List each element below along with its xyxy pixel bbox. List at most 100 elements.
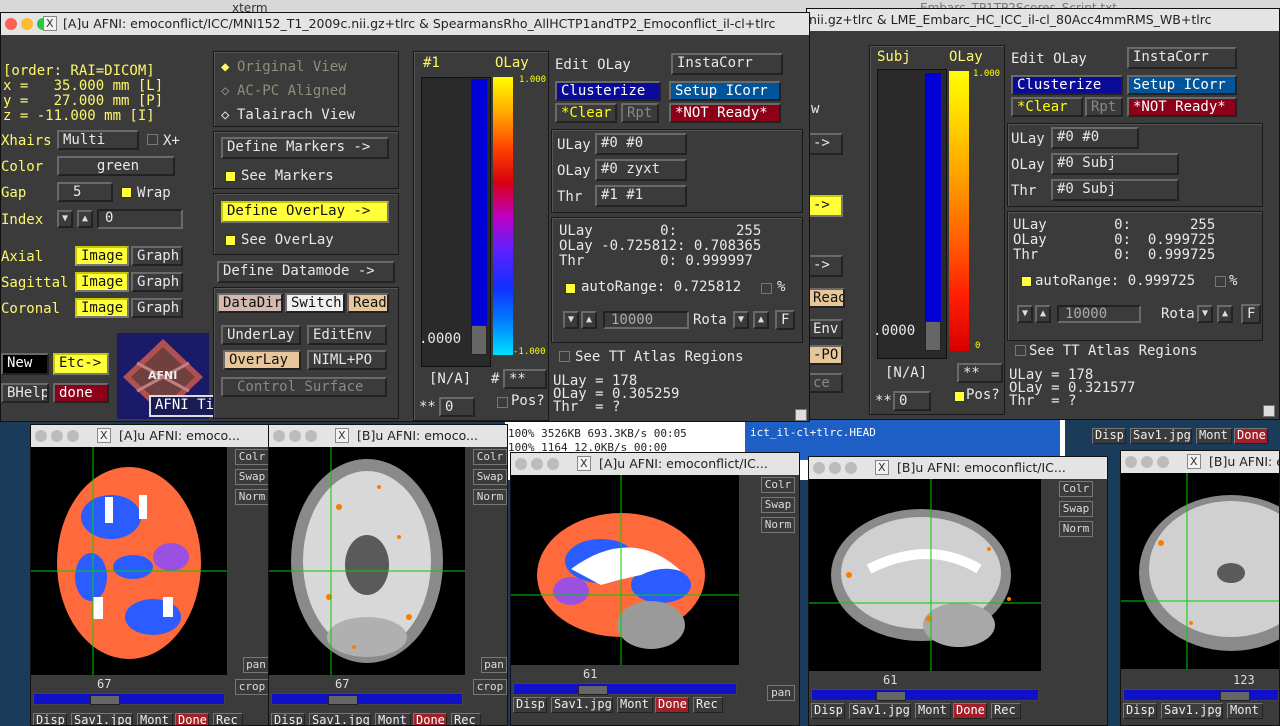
done-button[interactable]: done: [53, 383, 109, 403]
overlay-button[interactable]: OverLay: [223, 350, 301, 370]
read-button[interactable]: Read: [347, 293, 389, 313]
original-view-option[interactable]: Original View: [237, 59, 347, 75]
close-icon[interactable]: [5, 18, 17, 30]
image-window-4-disp[interactable]: Disp: [811, 703, 845, 719]
right-thr-down-arrow[interactable]: ▼: [1017, 305, 1033, 323]
main-threshold-slider-knob[interactable]: [471, 325, 487, 355]
talairach-view-option[interactable]: Talairach View: [237, 107, 355, 123]
main-clusterize-button[interactable]: Clusterize: [555, 81, 661, 101]
bg-viewer-disp[interactable]: Disp: [1092, 428, 1126, 444]
image-window-3-colr[interactable]: Colr: [761, 477, 795, 493]
new-button[interactable]: New: [1, 353, 49, 375]
right-instacorr-menu[interactable]: InstaCorr: [1127, 47, 1237, 69]
image-window-4-colr[interactable]: Colr: [1059, 481, 1093, 497]
image-window-1-slider[interactable]: [33, 693, 225, 705]
maximize-icon[interactable]: [67, 430, 79, 442]
bg-viewer-mont[interactable]: Mont: [1196, 428, 1232, 444]
right-thr-menu[interactable]: #0 Subj: [1051, 179, 1179, 201]
wrap-indicator[interactable]: [121, 187, 132, 198]
right-setup-icorr-button[interactable]: Setup ICorr: [1127, 75, 1237, 95]
right-rota-down-arrow[interactable]: ▼: [1197, 305, 1213, 323]
underlay-button[interactable]: UnderLay: [221, 325, 301, 345]
right-thr-up-arrow[interactable]: ▲: [1035, 305, 1051, 323]
right-star-menu[interactable]: **: [957, 363, 1003, 383]
image-window-3-mont[interactable]: Mont: [617, 697, 653, 713]
image-window-5-titlebar[interactable]: X [B]u AFNI: emoc: [1121, 451, 1279, 473]
image-window-3-disp[interactable]: Disp: [513, 697, 547, 713]
sagittal-overlay-image[interactable]: [511, 475, 739, 665]
right-not-ready-button[interactable]: *NOT Ready*: [1127, 97, 1237, 117]
define-overlay-button[interactable]: Define OverLay ->: [221, 201, 389, 223]
image-window-2-colr[interactable]: Colr: [473, 449, 507, 465]
bg-viewer-sav[interactable]: Sav1.jpg: [1130, 428, 1192, 444]
image-window-2-slider[interactable]: [271, 693, 463, 705]
image-window-5-mont[interactable]: Mont: [1227, 703, 1263, 719]
right-rota-up-arrow[interactable]: ▲: [1217, 305, 1233, 323]
image-window-2-done[interactable]: Done: [413, 713, 447, 725]
switch-button[interactable]: Switch: [285, 293, 345, 313]
image-window-4-mont[interactable]: Mont: [915, 703, 951, 719]
main-clear-button[interactable]: *Clear: [555, 103, 617, 123]
image-window-3-pan[interactable]: pan: [767, 685, 795, 701]
right-autorange-indicator[interactable]: [1021, 276, 1032, 287]
main-rpt-button[interactable]: Rpt: [621, 103, 659, 123]
right-threshold-slider-knob[interactable]: [925, 321, 941, 351]
right-thr-field[interactable]: 10000: [1057, 305, 1141, 323]
image-window-4-norm[interactable]: Norm: [1059, 521, 1093, 537]
right-clear-button[interactable]: *Clear: [1011, 97, 1083, 117]
bg-viewer-done[interactable]: Done: [1234, 428, 1268, 444]
main-zero-menu[interactable]: 0: [439, 397, 475, 417]
image-window-1-crop[interactable]: crop: [235, 679, 269, 695]
index-field[interactable]: 0: [97, 209, 183, 229]
image-window-2-swap[interactable]: Swap: [473, 469, 507, 485]
image-window-1-mont[interactable]: Mont: [137, 713, 173, 725]
close-icon[interactable]: [1125, 456, 1137, 468]
main-thr-field[interactable]: 10000: [603, 311, 689, 329]
main-resize-grip[interactable]: [795, 409, 807, 421]
main-f-button[interactable]: F: [775, 310, 795, 330]
control-surface-button[interactable]: Control Surface: [221, 377, 387, 397]
right-pos-indicator[interactable]: [954, 391, 965, 402]
image-window-2-sav[interactable]: Sav1.jpg: [309, 713, 371, 725]
right-zero-menu[interactable]: 0: [893, 391, 931, 411]
minimize-icon[interactable]: [829, 462, 841, 474]
right-resize-grip[interactable]: [1263, 405, 1275, 417]
image-window-4-titlebar[interactable]: X [B]u AFNI: emoconflict/IC...: [809, 457, 1107, 479]
image-window-1-disp[interactable]: Disp: [33, 713, 67, 725]
image-window-2-pan[interactable]: pan: [481, 657, 507, 673]
xplus-indicator[interactable]: [147, 134, 158, 145]
maximize-icon[interactable]: [547, 458, 559, 470]
image-window-2-norm[interactable]: Norm: [473, 489, 507, 505]
main-rota-up-arrow[interactable]: ▲: [753, 311, 769, 329]
gap-menu[interactable]: 5: [57, 182, 113, 202]
right-rpt-button[interactable]: Rpt: [1085, 97, 1123, 117]
partial-read-button[interactable]: Read: [807, 288, 845, 308]
right-window-titlebar[interactable]: nii.gz+tlrc & LME_Embarc_HC_ICC_il-cl_80…: [807, 9, 1279, 31]
editenv-button[interactable]: EditEnv: [307, 325, 387, 345]
image-window-5-slider[interactable]: [1123, 689, 1279, 701]
main-autorange-indicator[interactable]: [565, 283, 576, 294]
main-pos-indicator[interactable]: [497, 397, 508, 408]
image-window-4-rec[interactable]: Rec: [991, 703, 1021, 719]
image-window-4-done[interactable]: Done: [953, 703, 987, 719]
image-window-1-norm[interactable]: Norm: [235, 489, 269, 505]
main-thr-up-arrow[interactable]: ▲: [581, 311, 597, 329]
image-window-3-done[interactable]: Done: [655, 697, 689, 713]
main-ulay-menu[interactable]: #0 #0: [595, 133, 687, 155]
image-window-1-pan[interactable]: pan: [243, 657, 269, 673]
image-window-2-rec[interactable]: Rec: [451, 713, 481, 725]
close-icon[interactable]: [813, 462, 825, 474]
see-markers-indicator[interactable]: [225, 171, 236, 182]
image-window-3-rec[interactable]: Rec: [693, 697, 723, 713]
coronal-anatomy-image[interactable]: [1121, 473, 1279, 669]
minimize-icon[interactable]: [289, 430, 301, 442]
see-overlay-indicator[interactable]: [225, 235, 236, 246]
partial-arrow-button-1[interactable]: ->: [807, 133, 843, 155]
maximize-icon[interactable]: [305, 430, 317, 442]
image-window-2-titlebar[interactable]: X [B]u AFNI: emoco...: [269, 425, 507, 447]
datadir-button[interactable]: DataDir: [217, 293, 283, 313]
define-markers-button[interactable]: Define Markers ->: [221, 137, 389, 159]
image-window-1-swap[interactable]: Swap: [235, 469, 269, 485]
main-setup-icorr-button[interactable]: Setup ICorr: [669, 81, 781, 101]
main-window-titlebar[interactable]: X [A]u AFNI: emoconflict/ICC/MNI152_T1_2…: [1, 13, 809, 35]
